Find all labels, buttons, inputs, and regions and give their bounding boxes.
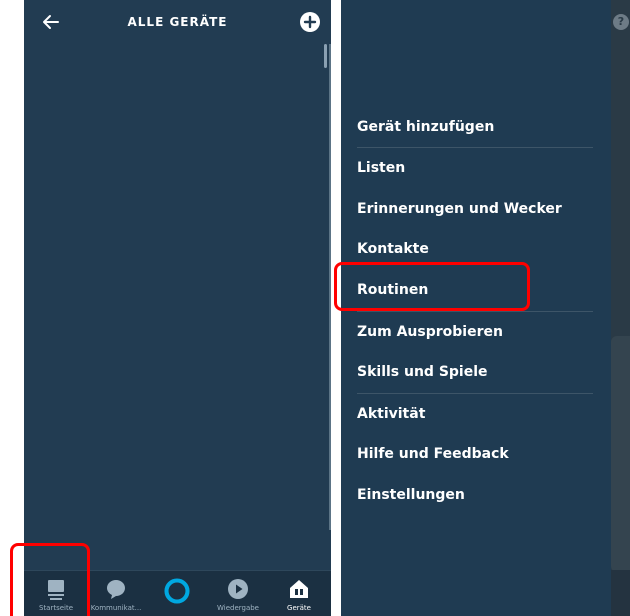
devices-screen: ALLE GERÄTE Startseite Kommunikat... Wie… bbox=[24, 0, 331, 616]
top-bar: ALLE GERÄTE bbox=[24, 0, 331, 46]
highlight-routines-box bbox=[334, 262, 530, 311]
page-title: ALLE GERÄTE bbox=[127, 15, 228, 29]
add-device-icon[interactable] bbox=[299, 11, 321, 33]
nav-label: Geräte bbox=[287, 604, 311, 612]
chat-bubble-icon bbox=[107, 580, 125, 599]
menu-item-try-out[interactable]: Zum Ausprobieren bbox=[357, 312, 593, 352]
menu-item-reminders[interactable]: Erinnerungen und Wecker bbox=[357, 189, 593, 229]
menu-item-lists[interactable]: Listen bbox=[357, 148, 593, 188]
highlight-home-box bbox=[10, 543, 90, 616]
background-bottom-nav bbox=[611, 570, 630, 616]
menu-item-help[interactable]: Hilfe und Feedback bbox=[357, 434, 593, 474]
nav-item-communication[interactable]: Kommunikat... bbox=[86, 571, 146, 616]
nav-label: Kommunikat... bbox=[90, 604, 142, 612]
scrollbar-thumb[interactable] bbox=[324, 44, 327, 68]
alexa-ring-icon bbox=[164, 578, 190, 604]
nav-item-play[interactable]: Wiedergabe bbox=[208, 571, 268, 616]
nav-item-devices[interactable]: Geräte bbox=[269, 571, 329, 616]
nav-item-alexa[interactable] bbox=[147, 571, 207, 616]
background-card bbox=[611, 336, 630, 572]
devices-icon bbox=[290, 580, 308, 598]
scrollbar-track[interactable] bbox=[329, 44, 331, 530]
play-icon bbox=[228, 579, 248, 599]
menu-item-settings[interactable]: Einstellungen bbox=[357, 475, 593, 515]
help-icon[interactable]: ? bbox=[613, 14, 629, 30]
nav-label: Wiedergabe bbox=[216, 604, 259, 612]
menu-item-skills[interactable]: Skills und Spiele bbox=[357, 352, 593, 392]
menu-item-add-device[interactable]: Gerät hinzufügen bbox=[357, 107, 593, 147]
menu-item-activity[interactable]: Aktivität bbox=[357, 394, 593, 434]
